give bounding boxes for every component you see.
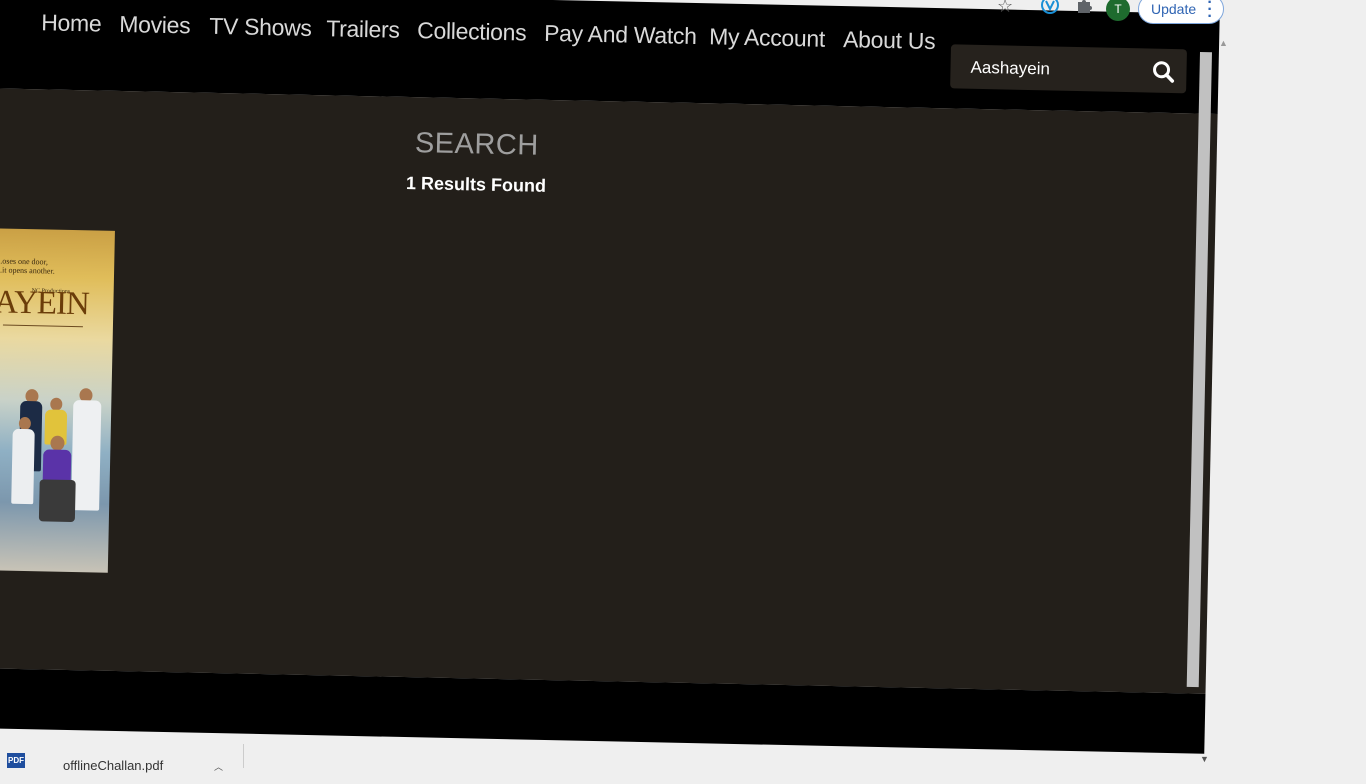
nav-movies[interactable]: Movies — [119, 11, 191, 39]
pdf-file-icon: PDF — [7, 753, 25, 768]
chevron-up-icon[interactable]: ︿ — [214, 760, 223, 773]
browser-viewport: Home Movies TV Shows Trailers Collection… — [0, 0, 1220, 784]
page-title: SEARCH — [414, 127, 540, 162]
results-count: 1 Results Found — [405, 172, 547, 196]
browser-menu-icon[interactable]: · · · — [1206, 0, 1214, 25]
nav-pay-and-watch[interactable]: Pay And Watch — [544, 20, 697, 50]
puzzle-glyph — [1078, 0, 1092, 13]
poster-title: HAYEIN — [0, 283, 90, 323]
nav-collections[interactable]: Collections — [417, 17, 527, 46]
nav-home[interactable]: Home — [41, 9, 102, 37]
bookmark-star-icon[interactable]: ☆ — [997, 0, 1013, 17]
poster-wheelchair — [38, 479, 76, 523]
extension-v-glyph — [1041, 0, 1059, 14]
scroll-up-icon[interactable]: ▲ — [1219, 38, 1228, 48]
download-shelf — [0, 740, 1366, 768]
poster-figure — [71, 400, 102, 511]
movie-poster[interactable]: ...oses one door, ...it opens another. N… — [0, 227, 115, 573]
shelf-divider — [243, 744, 244, 768]
extension-v-icon[interactable] — [1040, 0, 1060, 20]
nav-tv-shows[interactable]: TV Shows — [209, 13, 312, 42]
search-icon — [1153, 61, 1175, 83]
poster-figure-head — [50, 435, 65, 451]
search-input[interactable] — [968, 52, 1143, 87]
search-results-area: SEARCH 1 Results Found ...oses one door,… — [0, 87, 1218, 694]
extensions-puzzle-icon[interactable] — [1074, 0, 1094, 20]
nav-my-account[interactable]: My Account — [709, 23, 825, 52]
poster-tagline: ...oses one door, ...it opens another. — [0, 256, 55, 276]
nav-trailers[interactable]: Trailers — [326, 15, 400, 44]
poster-figure — [11, 428, 35, 505]
poster-rule — [2, 324, 83, 328]
search-button[interactable] — [1150, 59, 1177, 86]
search-box — [950, 44, 1187, 94]
nav-about-us[interactable]: About Us — [843, 26, 936, 55]
download-item[interactable]: offlineChallan.pdf — [63, 758, 163, 773]
